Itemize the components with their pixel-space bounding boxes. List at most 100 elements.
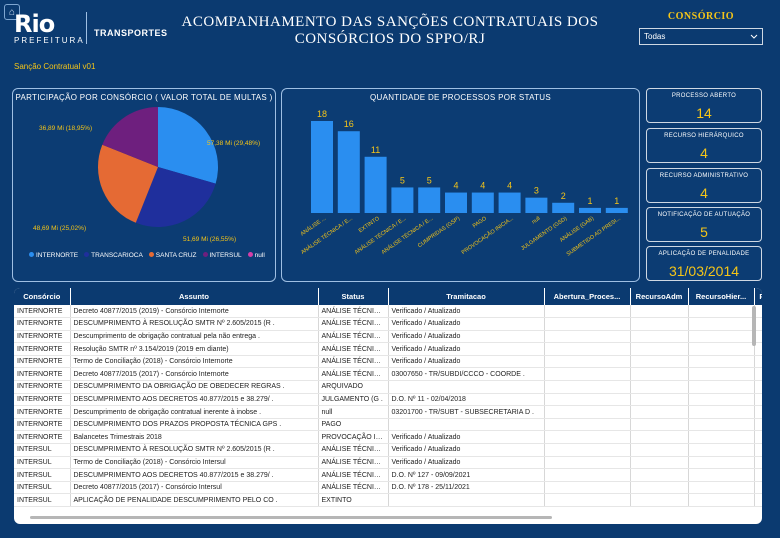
table-cell: Verificado / Atualizado	[388, 430, 545, 445]
table-cell: INTERNORTE	[14, 418, 71, 432]
legend-item-transcarioca[interactable]: TRANSCARIOCA	[84, 252, 143, 259]
consorcio-filter-dropdown[interactable]: Todas	[639, 28, 763, 45]
table-cell: ANÁLISE TÉCNICA .	[318, 342, 389, 356]
legend-item-internorte[interactable]: INTERNORTE	[29, 252, 78, 259]
table-cell: ARQUIVADO	[318, 380, 389, 394]
table-row[interactable]: INTERNORTE Decreto 40877/2015 (2017) - Co…	[14, 367, 762, 382]
table-cell	[630, 393, 689, 407]
legend-item-null[interactable]: null	[247, 252, 265, 259]
bar[interactable]	[364, 156, 387, 213]
bar-category-label: PAGO	[472, 215, 489, 229]
pie-label-santa-cruz: 48,69 Mi (25,02%)	[33, 225, 87, 232]
consorcio-filter-value: Todas	[644, 32, 666, 41]
table-row[interactable]: INTERNORTE Termo de Conciliação (2018) - …	[14, 355, 762, 369]
table-cell: INTERNORTE	[14, 393, 71, 407]
table-row[interactable]: INTERNORTE DESCUMPRIMENTO DA OBRIGAÇÃO DE…	[14, 380, 762, 394]
bar[interactable]	[498, 192, 521, 213]
table-cell	[544, 305, 631, 319]
table-cell	[630, 481, 689, 495]
table-cell	[688, 430, 755, 445]
table-row[interactable]: INTERNORTE Descumprimento de obrigação co…	[14, 330, 762, 344]
table-cell: INTERSUL	[14, 443, 71, 457]
bar[interactable]	[605, 207, 628, 213]
bar[interactable]	[471, 192, 494, 213]
kpi-label: RECURSO HIERÁRQUICO	[664, 133, 744, 139]
bar-value-label: 1	[587, 196, 592, 206]
legend-item-santa-cruz[interactable]: SANTA CRUZ	[148, 252, 197, 259]
table-cell	[544, 481, 631, 495]
table-cell: INTERNORTE	[14, 367, 71, 382]
table-cell	[630, 443, 689, 457]
table-cell	[688, 481, 755, 495]
kpi-label: RECURSO ADMINISTRATIVO	[659, 173, 749, 179]
table-cell	[754, 456, 762, 470]
table-cell	[754, 393, 762, 407]
table-cell: null	[318, 405, 389, 419]
vertical-scrollbar[interactable]	[752, 306, 756, 346]
bar-category-label: null	[531, 216, 541, 226]
column-header[interactable]: RecursoHier...	[688, 288, 755, 305]
kpi-label: APLICAÇÃO DE PENALIDADE	[658, 251, 750, 257]
table-cell: ANÁLISE TÉCNICA .	[318, 367, 389, 382]
bar[interactable]	[525, 197, 548, 213]
column-header[interactable]: Pe	[754, 288, 762, 305]
table-row[interactable]: INTERSUL Termo de Conciliação (2018) - Co…	[14, 456, 762, 470]
bar[interactable]	[418, 187, 441, 213]
column-header[interactable]: Assunto	[70, 288, 319, 305]
table-row[interactable]: INTERNORTE DESCUMPRIMENTO AOS DECRETOS 40…	[14, 393, 762, 407]
column-header[interactable]: RecursoAdm	[630, 288, 689, 305]
table-cell: Termo de Conciliação (2018) - Consórcio …	[70, 355, 319, 369]
table-cell: ANÁLISE TÉCNICA .	[318, 330, 389, 344]
table-row[interactable]: INTERNORTE DESCUMPRIMENTO À RESOLUÇÃO SMT…	[14, 317, 762, 331]
table-row[interactable]: INTERSUL Decreto 40877/2015 (2017) - Cons…	[14, 481, 762, 495]
bar[interactable]	[445, 192, 467, 213]
table-cell	[544, 443, 631, 457]
table-cell	[544, 367, 631, 382]
bar-category-label: EXTINTO	[358, 215, 381, 234]
table-row[interactable]: INTERNORTE DESCUMPRIMENTO DOS PRAZOS PROP…	[14, 418, 762, 432]
kpi-label: NOTIFICAÇÃO DE AUTUAÇÃO	[657, 212, 751, 218]
table-cell	[688, 367, 755, 382]
bar[interactable]	[391, 187, 414, 213]
pie-label-intersul: 36,89 Mi (18,95%)	[39, 125, 93, 132]
bar-category-label: ANÁLISE TÉCNICA / E...	[353, 215, 408, 256]
horizontal-scrollbar[interactable]	[30, 516, 552, 519]
column-header[interactable]: Status	[318, 288, 389, 305]
table-row[interactable]: INTERSUL DESCUMPRIMENTO À RESOLUÇÃO SMTR …	[14, 443, 762, 457]
table-row[interactable]: INTERNORTE Decreto 40877/2015 (2019) - Co…	[14, 305, 762, 319]
column-header[interactable]: Abertura_Proces...	[544, 288, 631, 305]
table-cell	[630, 405, 689, 419]
table-cell: 03201700 - TR/SUBT - SUBSECRETARIA D .	[388, 405, 545, 419]
table-cell: Decreto 40877/2015 (2017) - Consórcio In…	[70, 481, 319, 495]
legend-item-intersul[interactable]: INTERSUL	[202, 252, 242, 259]
bar[interactable]	[552, 202, 575, 213]
table-cell	[630, 493, 689, 507]
table-row[interactable]: INTERNORTE Balancetes Trimestrais 2018 PRO…	[14, 430, 762, 445]
table-row[interactable]: INTERNORTE Descumprimento de obrigação co…	[14, 405, 762, 419]
bar-value-label: 5	[400, 175, 405, 185]
table-cell: JULGAMENTO (G .	[318, 393, 389, 407]
table-cell: EXTINTO	[318, 493, 389, 507]
column-header[interactable]: Consórcio	[14, 288, 71, 305]
pie-label-transcarioca: 51,69 Mi (26,55%)	[183, 236, 237, 243]
bar-value-label: 18	[317, 109, 327, 119]
table-row[interactable]: INTERSUL DESCUMPRIMENTO AOS DECRETOS 40.8…	[14, 468, 762, 482]
processos-table: Consórcio Assunto Status Tramitacao Aber…	[14, 288, 762, 507]
table-cell: Termo de Conciliação (2018) - Consórcio …	[70, 456, 319, 470]
bar-value-label: 4	[507, 181, 512, 191]
table-row[interactable]: INTERNORTE Resolução SMTR nº 3.154/2019 (…	[14, 342, 762, 356]
table-cell: INTERNORTE	[14, 330, 71, 344]
pie-chart-panel: PARTICIPAÇÃO POR CONSÓRCIO ( VALOR TOTAL…	[12, 88, 276, 282]
pie-legend: INTERNORTE TRANSCARIOCA SANTA CRUZ INTER…	[29, 252, 265, 259]
table-row[interactable]: INTERSUL APLICAÇÃO DE PENALIDADE DESCUMPR…	[14, 493, 762, 507]
table-cell	[388, 380, 545, 394]
bar[interactable]	[579, 207, 601, 213]
bar[interactable]	[337, 131, 360, 213]
table-cell	[754, 418, 762, 432]
processos-table-container: Consórcio Assunto Status Tramitacao Aber…	[14, 288, 762, 524]
bar-value-label: 1	[614, 196, 619, 206]
kpi-label: PROCESSO ABERTO	[671, 93, 737, 99]
bar[interactable]	[311, 121, 333, 213]
bar-category-label: ANÁLISE TÉCNICA / E...	[300, 215, 355, 256]
column-header[interactable]: Tramitacao	[388, 288, 545, 305]
